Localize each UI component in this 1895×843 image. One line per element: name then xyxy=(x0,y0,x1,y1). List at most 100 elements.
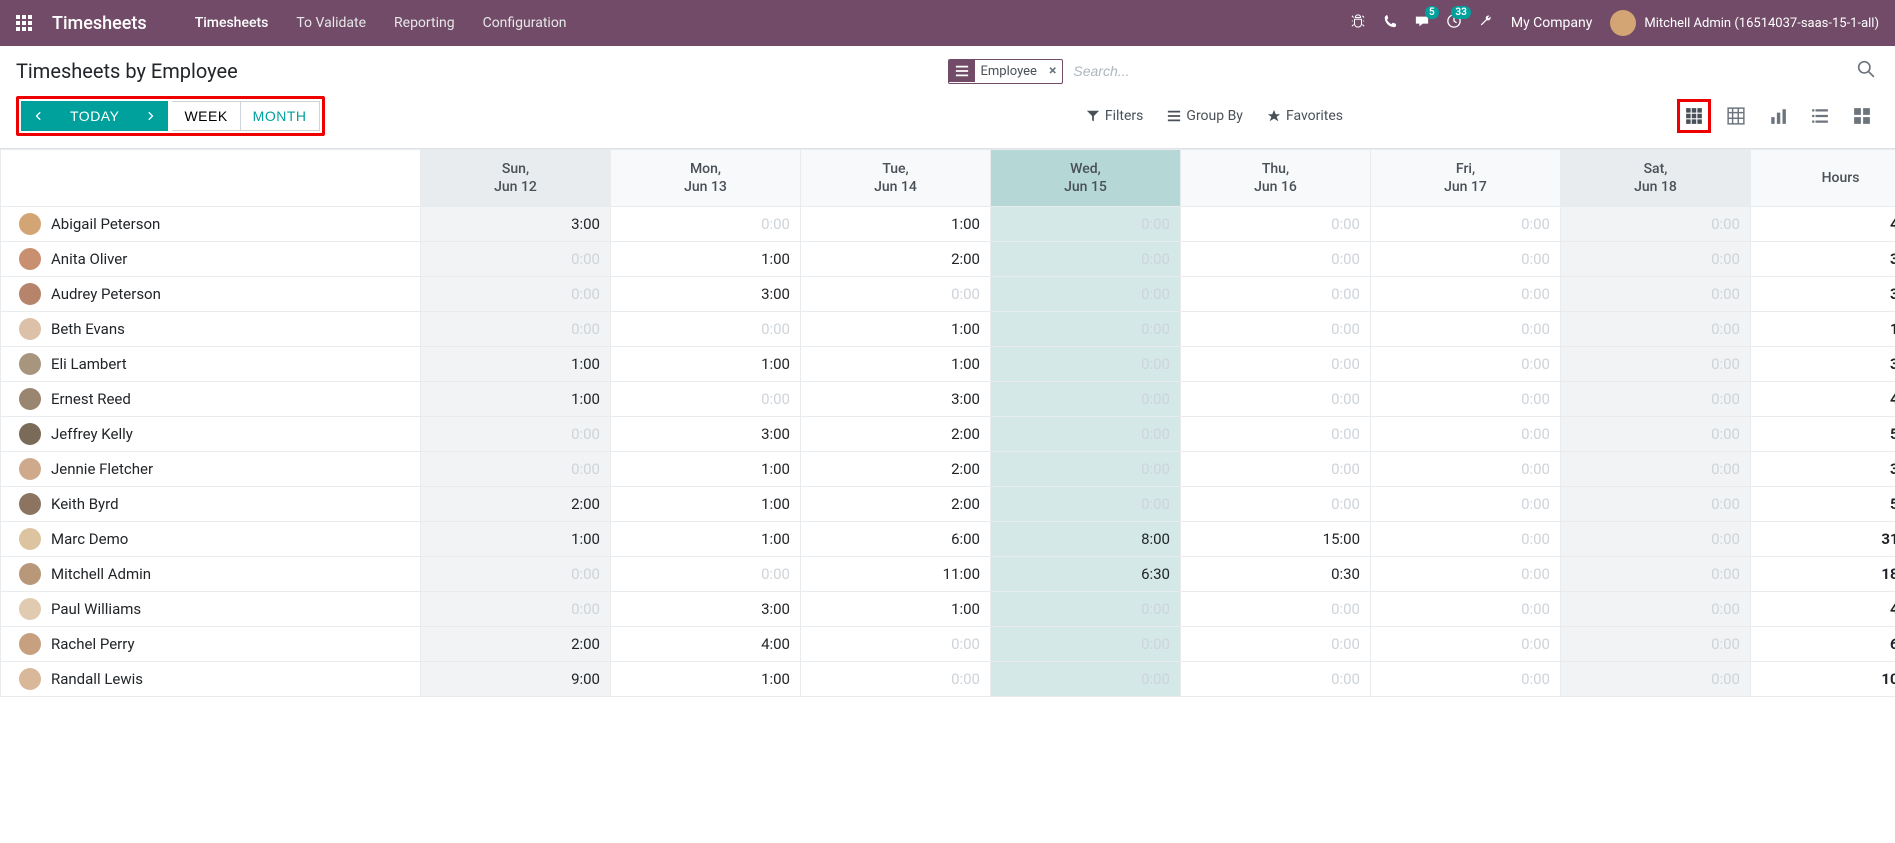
time-cell[interactable]: 1:00 xyxy=(801,592,991,627)
view-graph-icon[interactable] xyxy=(1761,99,1795,133)
time-cell[interactable]: 2:00 xyxy=(801,487,991,522)
activities-icon[interactable]: 33 xyxy=(1447,14,1461,32)
time-cell[interactable]: 0:00 xyxy=(1371,662,1561,697)
company-switcher[interactable]: My Company xyxy=(1511,15,1593,31)
time-cell[interactable]: 0:00 xyxy=(991,592,1181,627)
time-cell[interactable]: 0:00 xyxy=(1181,592,1371,627)
row-label-cell[interactable]: Eli Lambert xyxy=(1,347,421,382)
wrench-icon[interactable] xyxy=(1479,14,1493,32)
time-cell[interactable]: 0:00 xyxy=(1181,277,1371,312)
time-cell[interactable]: 0:00 xyxy=(991,242,1181,277)
time-cell[interactable]: 0:00 xyxy=(991,207,1181,242)
time-cell[interactable]: 0:00 xyxy=(1181,627,1371,662)
row-label-cell[interactable]: Anita Oliver xyxy=(1,242,421,277)
time-cell[interactable]: 1:00 xyxy=(421,347,611,382)
time-cell[interactable]: 0:00 xyxy=(1561,382,1751,417)
time-cell[interactable]: 1:00 xyxy=(611,242,801,277)
time-cell[interactable]: 0:00 xyxy=(1371,592,1561,627)
row-label-cell[interactable]: Jeffrey Kelly xyxy=(1,417,421,452)
time-cell[interactable]: 0:00 xyxy=(1371,207,1561,242)
search-input[interactable] xyxy=(1069,59,1847,83)
scale-week-button[interactable]: WEEK xyxy=(172,101,240,131)
today-button[interactable]: TODAY xyxy=(57,101,132,131)
time-cell[interactable]: 0:30 xyxy=(1181,557,1371,592)
time-cell[interactable]: 0:00 xyxy=(1371,557,1561,592)
time-cell[interactable]: 0:00 xyxy=(1561,487,1751,522)
time-cell[interactable]: 0:00 xyxy=(1561,277,1751,312)
time-cell[interactable]: 0:00 xyxy=(421,417,611,452)
time-cell[interactable]: 0:00 xyxy=(801,662,991,697)
row-label-cell[interactable]: Mitchell Admin xyxy=(1,557,421,592)
row-label-cell[interactable]: Ernest Reed xyxy=(1,382,421,417)
time-cell[interactable]: 0:00 xyxy=(421,452,611,487)
time-cell[interactable]: 0:00 xyxy=(1181,242,1371,277)
time-cell[interactable]: 2:00 xyxy=(801,417,991,452)
time-cell[interactable]: 3:00 xyxy=(801,382,991,417)
time-cell[interactable]: 2:00 xyxy=(801,242,991,277)
time-cell[interactable]: 1:00 xyxy=(421,522,611,557)
time-cell[interactable]: 0:00 xyxy=(991,662,1181,697)
time-cell[interactable]: 0:00 xyxy=(1561,592,1751,627)
row-label-cell[interactable]: Paul Williams xyxy=(1,592,421,627)
time-cell[interactable]: 11:00 xyxy=(801,557,991,592)
search-icon[interactable] xyxy=(1853,56,1879,86)
row-label-cell[interactable]: Abigail Peterson xyxy=(1,207,421,242)
time-cell[interactable]: 1:00 xyxy=(801,347,991,382)
time-cell[interactable]: 0:00 xyxy=(1561,207,1751,242)
time-cell[interactable]: 2:00 xyxy=(421,627,611,662)
time-cell[interactable]: 0:00 xyxy=(1181,382,1371,417)
time-cell[interactable]: 0:00 xyxy=(421,592,611,627)
time-cell[interactable]: 0:00 xyxy=(1561,312,1751,347)
time-cell[interactable]: 0:00 xyxy=(421,277,611,312)
favorites-button[interactable]: Favorites xyxy=(1267,108,1343,124)
view-kanban-icon[interactable] xyxy=(1845,99,1879,133)
time-cell[interactable]: 3:00 xyxy=(421,207,611,242)
row-label-cell[interactable]: Keith Byrd xyxy=(1,487,421,522)
time-cell[interactable]: 0:00 xyxy=(1561,627,1751,662)
time-cell[interactable]: 0:00 xyxy=(1371,277,1561,312)
nav-reporting[interactable]: Reporting xyxy=(394,15,455,31)
time-cell[interactable]: 0:00 xyxy=(1181,452,1371,487)
time-cell[interactable]: 0:00 xyxy=(1371,452,1561,487)
nav-timesheets[interactable]: Timesheets xyxy=(195,15,269,31)
time-cell[interactable]: 1:00 xyxy=(611,487,801,522)
time-cell[interactable]: 2:00 xyxy=(421,487,611,522)
row-label-cell[interactable]: Rachel Perry xyxy=(1,627,421,662)
time-cell[interactable]: 1:00 xyxy=(421,382,611,417)
time-cell[interactable]: 2:00 xyxy=(801,452,991,487)
nav-to-validate[interactable]: To Validate xyxy=(296,15,366,31)
time-cell[interactable]: 0:00 xyxy=(991,417,1181,452)
time-cell[interactable]: 1:00 xyxy=(611,347,801,382)
row-label-cell[interactable]: Beth Evans xyxy=(1,312,421,347)
time-cell[interactable]: 6:30 xyxy=(991,557,1181,592)
time-cell[interactable]: 8:00 xyxy=(991,522,1181,557)
debug-icon[interactable] xyxy=(1351,14,1365,32)
row-label-cell[interactable]: Marc Demo xyxy=(1,522,421,557)
time-cell[interactable]: 0:00 xyxy=(1371,627,1561,662)
time-cell[interactable]: 0:00 xyxy=(1561,347,1751,382)
time-cell[interactable]: 9:00 xyxy=(421,662,611,697)
time-cell[interactable]: 0:00 xyxy=(1181,347,1371,382)
time-cell[interactable]: 0:00 xyxy=(1561,452,1751,487)
facet-remove-icon[interactable]: × xyxy=(1043,63,1062,79)
time-cell[interactable]: 0:00 xyxy=(1561,662,1751,697)
time-cell[interactable]: 3:00 xyxy=(611,277,801,312)
time-cell[interactable]: 0:00 xyxy=(1181,312,1371,347)
user-menu[interactable]: Mitchell Admin (16514037-saas-15-1-all) xyxy=(1610,10,1879,36)
time-cell[interactable]: 0:00 xyxy=(1561,522,1751,557)
time-cell[interactable]: 0:00 xyxy=(421,312,611,347)
time-cell[interactable]: 3:00 xyxy=(611,417,801,452)
time-cell[interactable]: 0:00 xyxy=(1371,522,1561,557)
time-cell[interactable]: 0:00 xyxy=(1371,347,1561,382)
time-cell[interactable]: 0:00 xyxy=(1561,242,1751,277)
scale-month-button[interactable]: MONTH xyxy=(241,101,320,131)
row-label-cell[interactable]: Randall Lewis xyxy=(1,662,421,697)
time-cell[interactable]: 1:00 xyxy=(801,312,991,347)
nav-configuration[interactable]: Configuration xyxy=(483,15,567,31)
time-cell[interactable]: 0:00 xyxy=(1371,382,1561,417)
time-cell[interactable]: 0:00 xyxy=(1561,417,1751,452)
time-cell[interactable]: 4:00 xyxy=(611,627,801,662)
time-cell[interactable]: 3:00 xyxy=(611,592,801,627)
time-cell[interactable]: 1:00 xyxy=(611,662,801,697)
time-cell[interactable]: 1:00 xyxy=(611,452,801,487)
